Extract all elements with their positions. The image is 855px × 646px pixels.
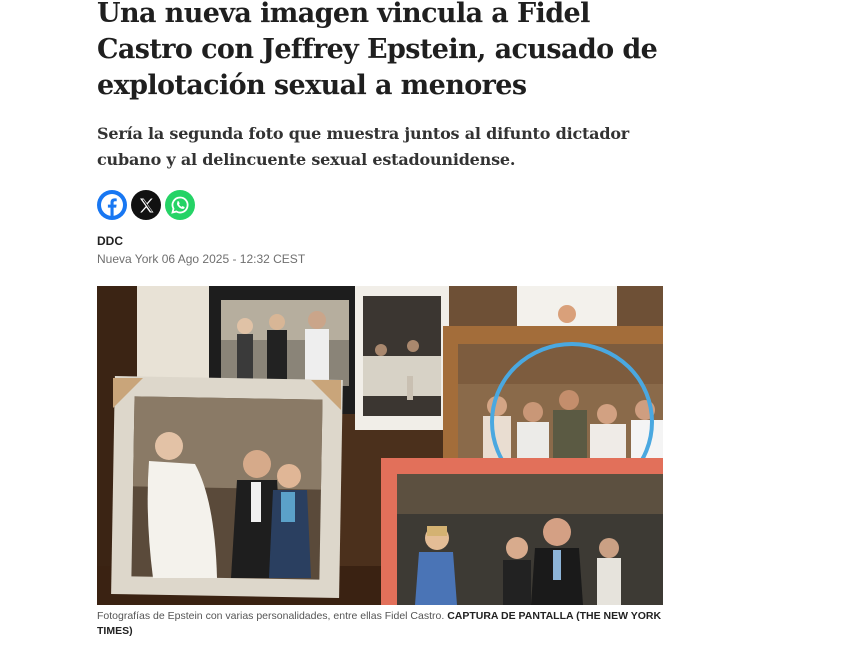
- share-facebook-button[interactable]: [97, 190, 127, 220]
- caption-text: Fotografías de Epstein con varias person…: [97, 610, 448, 622]
- share-x-button[interactable]: [131, 190, 161, 220]
- whatsapp-icon: [171, 196, 189, 214]
- facebook-icon: [101, 194, 123, 216]
- x-icon: [140, 198, 154, 213]
- article-photo[interactable]: [97, 286, 663, 605]
- author-name[interactable]: DDC: [97, 234, 123, 248]
- photo-caption: Fotografías de Epstein con varias person…: [97, 609, 663, 639]
- dateline: Nueva York 06 Ago 2025 - 12:32 CEST: [97, 252, 306, 266]
- framed-photos-image: [97, 286, 663, 605]
- article-deck: Sería la segunda foto que muestra juntos…: [97, 124, 630, 169]
- share-bar: [97, 190, 195, 220]
- share-whatsapp-button[interactable]: [165, 190, 195, 220]
- headline: Una nueva imagen vincula a Fidel Castro …: [97, 0, 658, 101]
